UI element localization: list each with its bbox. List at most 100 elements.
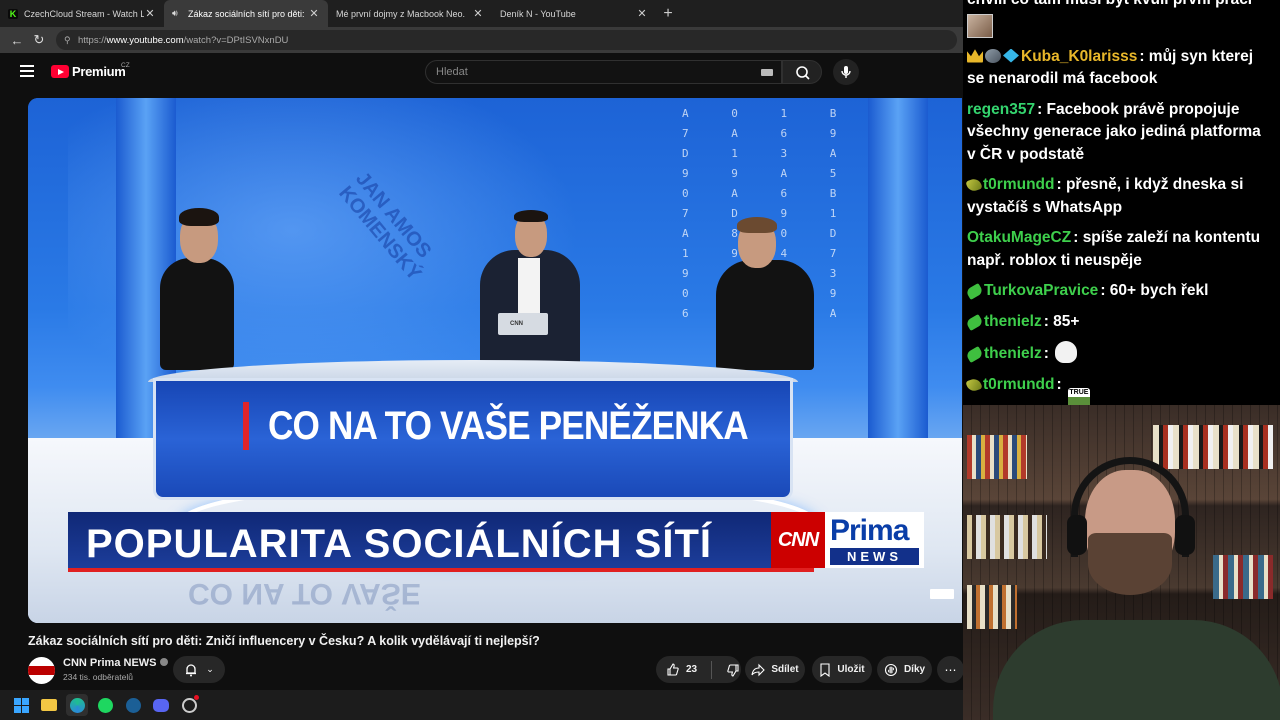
tab-zakaz-socialnich-siti[interactable]: 🔊︎ Zákaz sociálních sítí pro děti: ✕ (164, 0, 328, 27)
chat-panel: chvíli co tam musí být kvůli první práci… (963, 0, 1280, 405)
steam-icon[interactable] (122, 694, 144, 716)
video-player[interactable]: A 0 1 B7 A 6 9D 1 3 A9 9 A 50 A 6 B7 D 9… (28, 98, 962, 623)
search-input[interactable]: Hledat (425, 60, 782, 84)
chat-username[interactable]: thenielz (984, 313, 1042, 330)
file-explorer-icon[interactable] (38, 694, 60, 716)
true-emote[interactable]: TRUE (1067, 387, 1090, 405)
notification-bell-button[interactable]: ⌄ (173, 656, 225, 683)
tab-czechcloud[interactable]: K CzechCloud Stream - Watch Live o ✕ (0, 0, 164, 27)
youtube-masthead: Premium CZ Hledat (0, 53, 963, 93)
chat-image-emote (967, 13, 993, 38)
logo-text: Premium (72, 64, 126, 79)
guest-left (160, 258, 234, 370)
thanks-button[interactable]: Díky (877, 656, 932, 683)
like-button[interactable]: 23 (666, 662, 697, 677)
headset-earcup (1067, 515, 1087, 555)
face-emote[interactable] (1055, 341, 1078, 363)
tab-title: Mé první dojmy z Macbook Neo. (336, 8, 466, 19)
chat-message-list: chvíli co tam musí být kvůli první práci… (963, 0, 1280, 405)
obs-icon[interactable] (178, 694, 200, 716)
gem-badge[interactable] (1003, 48, 1019, 63)
chat-message: OtakuMageCZ: spíše zaleží na kontentu na… (967, 227, 1280, 272)
news-logo-text: NEWS (830, 548, 919, 565)
guest-right (716, 260, 814, 370)
chat-username[interactable]: t0rmundd (983, 376, 1054, 393)
studio-desk: CO NA TO VAŠE PENĚŽENKA (148, 360, 798, 500)
search-button[interactable] (782, 60, 822, 84)
thumbs-up-icon (667, 662, 679, 676)
windows-taskbar (0, 690, 963, 720)
discord-icon[interactable] (150, 694, 172, 716)
subscriber-count: 234 tis. odběratelů (63, 672, 133, 682)
menu-icon[interactable] (20, 65, 34, 77)
voice-search-button[interactable] (833, 59, 859, 85)
chat-username[interactable]: regen357 (967, 101, 1035, 118)
tab-title: Deník N - YouTube (500, 8, 576, 19)
new-tab-button[interactable]: + (656, 0, 680, 27)
chat-username[interactable]: t0rmundd (983, 176, 1054, 193)
url-path: /watch?v=DPtISVNxnDU (183, 34, 289, 46)
chat-message: thenielz: 85+ (965, 311, 1280, 334)
chat-text: 60+ bych řekl (1109, 282, 1209, 299)
chat-colon: : (1100, 282, 1110, 299)
reload-icon[interactable]: ↻ (28, 29, 50, 51)
search-placeholder: Hledat (436, 66, 468, 78)
more-actions-button[interactable]: ⋯ (937, 656, 964, 683)
webcam-feed (963, 405, 1280, 720)
more-icon: ⋯ (944, 662, 957, 677)
start-button[interactable] (10, 694, 32, 716)
save-button[interactable]: Uložit (812, 656, 872, 683)
channel-watermark (930, 589, 954, 599)
chat-colon: : (1056, 375, 1066, 393)
thumbs-down-icon (727, 663, 739, 677)
tab-macbook-neo[interactable]: Mé první dojmy z Macbook Neo. ✕ (328, 0, 492, 27)
channel-avatar[interactable] (28, 657, 55, 684)
tab-title: CzechCloud Stream - Watch Live o (24, 8, 144, 19)
share-icon (751, 663, 766, 676)
close-tab-icon[interactable]: ✕ (308, 7, 320, 20)
cnn-logo: CNN (771, 512, 825, 568)
chat-colon: : (1037, 100, 1047, 118)
green-badge[interactable] (965, 282, 984, 301)
pickle-badge[interactable] (965, 376, 983, 393)
dislike-button[interactable] (726, 663, 740, 677)
youtube-premium-logo[interactable]: Premium CZ (51, 62, 130, 79)
close-tab-icon[interactable]: ✕ (144, 7, 156, 20)
guest-right-hair (737, 217, 777, 233)
chat-colon: : (1139, 47, 1149, 65)
chat-message: chvíli co tam musí být kvůli první práci (967, 0, 1280, 38)
books-row (1153, 425, 1273, 469)
site-info-icon[interactable]: ⚲ (64, 35, 78, 46)
channel-name-text: CNN Prima NEWS (63, 657, 157, 669)
verified-icon (159, 658, 168, 666)
close-tab-icon[interactable]: ✕ (472, 7, 484, 20)
speaker-icon[interactable]: 🔊︎ (172, 8, 184, 19)
chat-username[interactable]: thenielz (984, 345, 1042, 362)
green-badge[interactable] (965, 313, 984, 331)
chat-username[interactable]: TurkovaPravice (984, 282, 1098, 299)
guest-left-hair (179, 208, 219, 226)
bell-icon (186, 663, 197, 676)
chat-username[interactable]: OtakuMageCZ (967, 229, 1071, 246)
crown-badge[interactable] (967, 49, 983, 63)
gun-badge[interactable] (985, 48, 1001, 63)
close-tab-icon[interactable]: ✕ (636, 7, 648, 20)
youtube-page: Premium CZ Hledat A 0 1 B7 A 6 9D 1 3 A9… (0, 53, 964, 690)
chat-colon: : (1073, 229, 1083, 246)
thanks-icon (884, 663, 897, 676)
url-field[interactable]: ⚲ https://www.youtube.com/watch?v=DPtISV… (56, 30, 957, 50)
back-arrow-icon[interactable]: ← (6, 29, 28, 51)
thanks-label: Díky (903, 664, 926, 675)
keyboard-icon[interactable] (761, 69, 773, 76)
books-row (967, 515, 1047, 559)
edge-browser-icon[interactable] (66, 694, 88, 716)
pickle-badge[interactable] (965, 176, 983, 194)
green-badge[interactable] (965, 345, 984, 364)
chat-message: TurkovaPravice: 60+ bych řekl (965, 280, 1280, 303)
share-button[interactable]: Sdílet (745, 656, 805, 683)
chat-text: chvíli co tam musí být kvůli první práci (967, 0, 1252, 8)
tab-denik-n[interactable]: Deník N - YouTube ✕ (492, 0, 656, 27)
spotify-icon[interactable] (94, 694, 116, 716)
chat-username[interactable]: Kuba_K0larisss (1021, 48, 1137, 65)
channel-name[interactable]: CNN Prima NEWS (63, 657, 168, 669)
